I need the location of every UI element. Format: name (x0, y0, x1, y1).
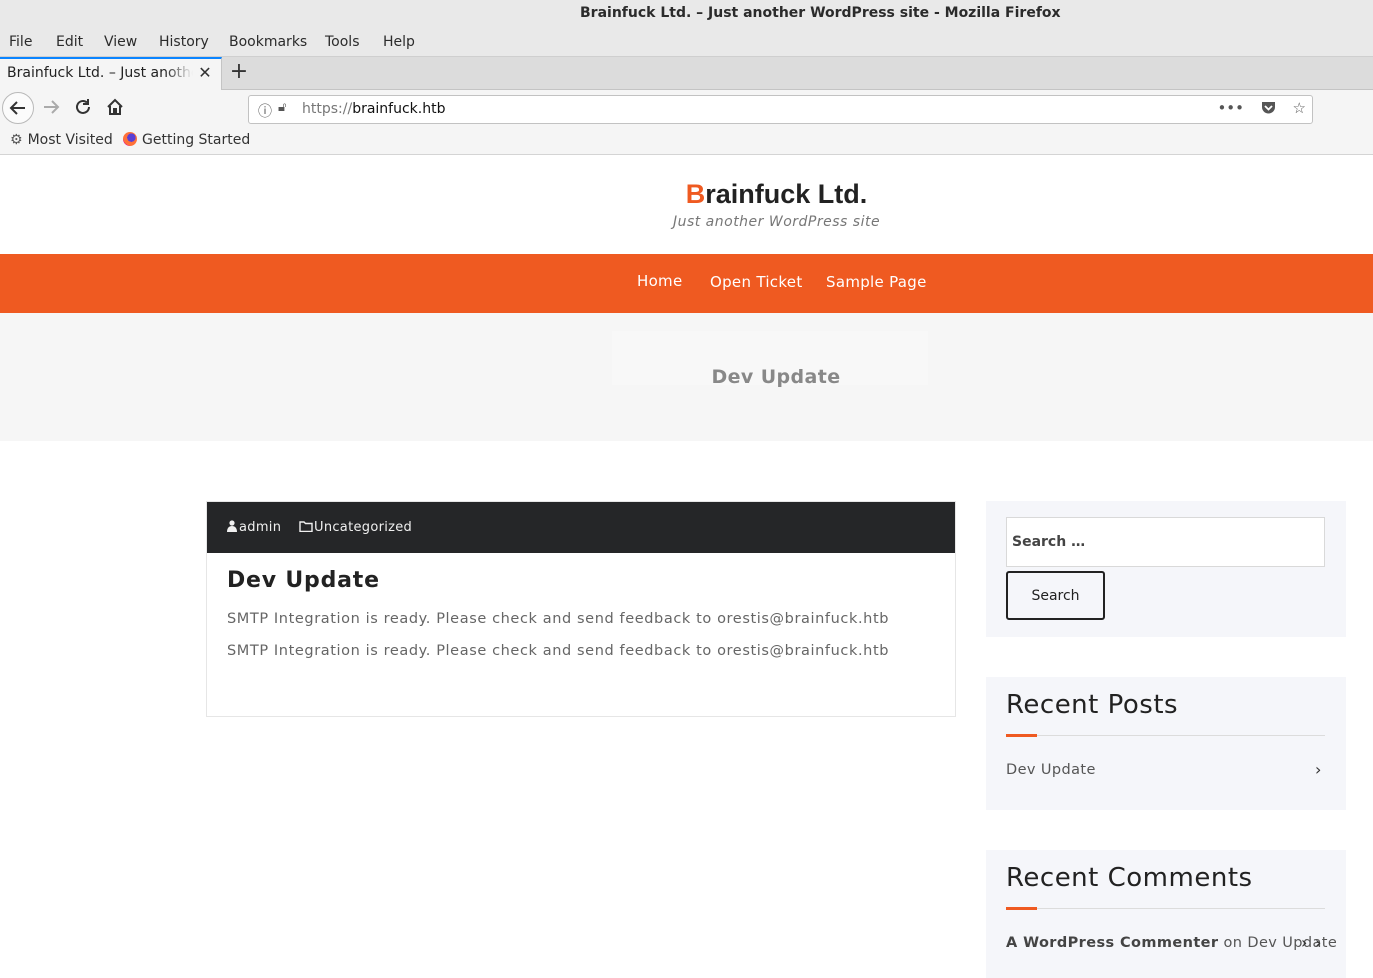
menu-history[interactable]: History (159, 34, 209, 50)
post-paragraph: SMTP Integration is ready. Please check … (227, 643, 890, 659)
bookmark-star-icon[interactable]: ☆ (1293, 99, 1306, 117)
comment-post-link[interactable]: Dev Update (1247, 935, 1337, 951)
search-widget: Search (986, 501, 1346, 637)
recent-comment: A WordPress Commenter on Dev Update (1006, 935, 1337, 951)
bookmark-getting-started[interactable]: Getting Started (123, 132, 250, 148)
chevron-right-icon: › (1315, 760, 1322, 779)
menu-edit[interactable]: Edit (56, 34, 83, 50)
post-category[interactable]: Uncategorized (299, 520, 412, 535)
more-dots-icon[interactable]: ••• (1217, 99, 1244, 117)
bookmarks-toolbar: ⚙ Most Visited Getting Started (0, 128, 1373, 155)
tab-title: Brainfuck Ltd. – Just another WordPress … (7, 65, 193, 81)
menu-bookmarks[interactable]: Bookmarks (229, 34, 307, 50)
menu-help[interactable]: Help (383, 34, 415, 50)
user-icon (227, 520, 237, 532)
post-meta-bar: admin Uncategorized (207, 502, 955, 553)
site-tagline: Just another WordPress site (672, 214, 881, 230)
post-author[interactable]: admin (227, 520, 281, 535)
reload-icon[interactable] (67, 92, 99, 124)
chevron-right-icon: › (1301, 933, 1308, 952)
insecure-lock-icon[interactable]: 🔓︎ (278, 100, 286, 115)
hero-title: Dev Update (711, 366, 841, 388)
comment-author-link[interactable]: A WordPress Commenter (1006, 935, 1218, 951)
chevron-right-icon: › (1315, 933, 1322, 952)
post-title[interactable]: Dev Update (227, 568, 380, 593)
post-paragraph: SMTP Integration is ready. Please check … (227, 611, 890, 627)
main-navigation: Home Open Ticket Sample Page (0, 254, 1373, 313)
menu-file[interactable]: File (9, 34, 32, 50)
close-icon[interactable]: ✕ (197, 64, 213, 82)
search-input[interactable] (1006, 517, 1325, 567)
folder-icon (299, 521, 313, 533)
window-titlebar: Brainfuck Ltd. – Just another WordPress … (0, 0, 1373, 27)
back-arrow-icon[interactable] (2, 92, 34, 124)
site-header: Brainfuck Ltd. Just another WordPress si… (0, 155, 1373, 254)
bookmark-label: Most Visited (27, 132, 113, 148)
comment-joiner: on (1223, 935, 1243, 951)
recent-posts-widget: Recent Posts Dev Update › (986, 677, 1346, 810)
recent-posts-title: Recent Posts (1006, 690, 1179, 720)
widget-divider (1006, 907, 1325, 910)
bookmark-most-visited[interactable]: ⚙ Most Visited (10, 132, 113, 148)
widget-divider-accent (1006, 734, 1037, 737)
new-tab-button[interactable]: + (229, 60, 249, 84)
firefox-icon (123, 132, 137, 146)
info-icon[interactable]: ⓘ (258, 101, 272, 121)
menu-tools[interactable]: Tools (325, 34, 360, 50)
recent-post-link[interactable]: Dev Update (1006, 762, 1096, 778)
menu-bar: File Edit View History Bookmarks Tools H… (0, 27, 1373, 57)
search-button[interactable]: Search (1006, 571, 1105, 620)
site-title[interactable]: Brainfuck Ltd. (0, 179, 1373, 210)
recent-comments-widget: Recent Comments A WordPress Commenter on… (986, 850, 1346, 978)
page-hero: Dev Update (0, 313, 1373, 441)
window-title: Brainfuck Ltd. – Just another WordPress … (580, 5, 1061, 21)
nav-home[interactable]: Home (637, 272, 683, 290)
widget-divider (1006, 734, 1325, 737)
nav-sample-page[interactable]: Sample Page (826, 273, 927, 291)
post-card: admin Uncategorized Dev Update SMTP Inte… (206, 501, 956, 717)
bookmark-label: Getting Started (142, 132, 251, 148)
recent-comments-title: Recent Comments (1006, 863, 1253, 893)
url-bar[interactable]: ⓘ 🔓︎ https://brainfuck.htb ••• ☆ (248, 95, 1313, 124)
menu-view[interactable]: View (104, 34, 137, 50)
post-category-name: Uncategorized (314, 520, 413, 535)
site-title-rest: rainfuck Ltd. (705, 179, 868, 209)
home-icon[interactable] (99, 92, 131, 124)
url-host: brainfuck.htb (352, 101, 446, 117)
page-actions: ••• ☆ (1205, 99, 1306, 117)
site-title-accent: B (685, 179, 706, 209)
nav-open-ticket[interactable]: Open Ticket (710, 273, 803, 291)
pocket-icon[interactable] (1261, 99, 1281, 117)
url-text[interactable]: https://brainfuck.htb (302, 101, 445, 117)
tab-active[interactable]: Brainfuck Ltd. – Just another WordPress … (0, 57, 222, 90)
widget-divider-accent (1006, 907, 1037, 910)
forward-arrow-icon[interactable] (35, 92, 67, 124)
tab-strip: Brainfuck Ltd. – Just another WordPress … (0, 57, 1373, 90)
navigation-toolbar: ⓘ 🔓︎ https://brainfuck.htb ••• ☆ (0, 90, 1373, 128)
url-protocol: https:// (302, 101, 353, 117)
gear-icon: ⚙ (10, 132, 23, 148)
post-author-name: admin (239, 520, 282, 535)
